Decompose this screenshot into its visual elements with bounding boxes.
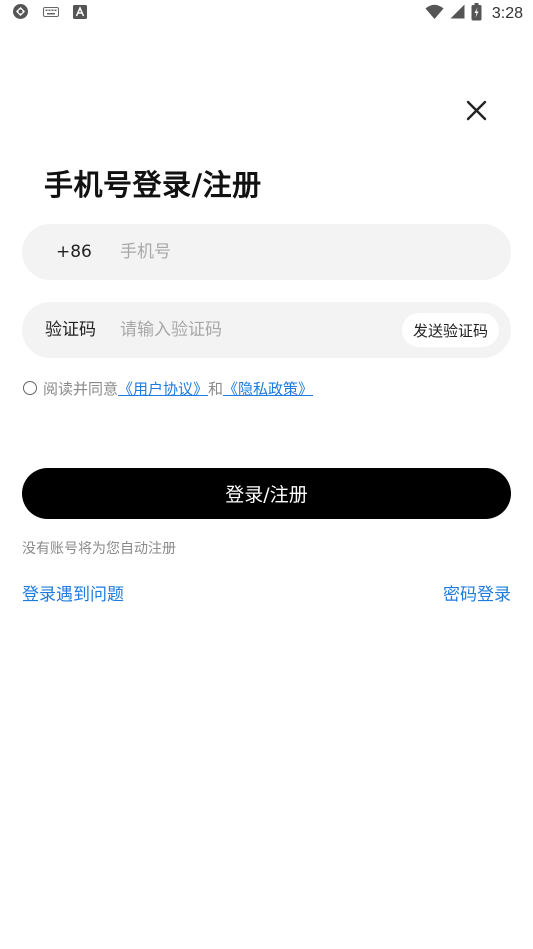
agreement-conjunction: 和 bbox=[208, 379, 224, 398]
keyboard-icon bbox=[43, 5, 59, 23]
agreement-checkbox[interactable] bbox=[23, 381, 37, 395]
close-icon bbox=[466, 100, 487, 121]
password-login-link[interactable]: 密码登录 bbox=[443, 580, 511, 605]
country-code[interactable]: +86 bbox=[56, 224, 92, 280]
status-bar-right: 3:28 bbox=[425, 2, 523, 26]
verification-code-input[interactable] bbox=[120, 302, 390, 358]
font-icon bbox=[73, 4, 87, 24]
login-trouble-link[interactable]: 登录遇到问题 bbox=[22, 580, 124, 605]
user-agreement-link[interactable]: 《用户协议》 bbox=[118, 378, 208, 399]
phone-input[interactable] bbox=[120, 224, 390, 280]
verification-code-label: 验证码 bbox=[45, 320, 96, 340]
status-time: 3:28 bbox=[491, 5, 523, 22]
signal-icon bbox=[450, 4, 465, 24]
agreement-prefix: 阅读并同意 bbox=[43, 379, 119, 398]
agreement-row: 阅读并同意 《用户协议》 和 《隐私政策》 bbox=[23, 378, 313, 398]
status-bar-left bbox=[12, 3, 87, 25]
wifi-icon bbox=[425, 4, 444, 25]
login-register-button[interactable]: 登录/注册 bbox=[22, 468, 511, 519]
auto-register-note: 没有账号将为您自动注册 bbox=[22, 541, 176, 557]
verification-code-field: 验证码 发送验证码 bbox=[22, 302, 511, 358]
battery-icon bbox=[471, 2, 482, 26]
status-bar: 3:28 bbox=[0, 0, 533, 28]
privacy-policy-link[interactable]: 《隐私政策》 bbox=[223, 378, 313, 399]
app-icon bbox=[12, 3, 29, 25]
close-button[interactable] bbox=[461, 96, 491, 126]
send-code-button[interactable]: 发送验证码 bbox=[401, 313, 499, 347]
page-title: 手机号登录/注册 bbox=[44, 168, 262, 202]
phone-field: +86 bbox=[22, 224, 511, 280]
